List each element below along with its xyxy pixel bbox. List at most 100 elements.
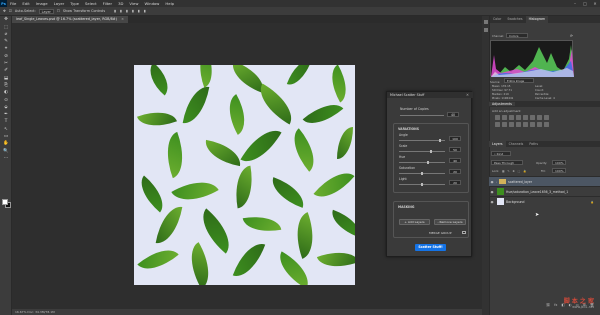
photo-filter-icon[interactable] <box>495 122 500 127</box>
move-tool-icon[interactable]: ✥ <box>3 9 6 13</box>
layer-name[interactable]: scattered_layer <box>508 180 532 184</box>
color-balance-icon[interactable] <box>537 115 542 120</box>
visibility-eye-icon[interactable]: ◉ <box>489 180 495 184</box>
hue-input[interactable]: 40 <box>449 158 461 163</box>
black-white-icon[interactable] <box>544 115 549 120</box>
tab-channels[interactable]: Channels <box>506 141 527 147</box>
remove-layers-button[interactable]: - Remove Layers <box>434 219 466 225</box>
stamp-tool-icon[interactable]: ⬓ <box>2 76 10 82</box>
layer-name[interactable]: Background <box>506 200 524 204</box>
maximize-icon[interactable]: □ <box>580 1 590 6</box>
channel-dropdown[interactable]: Colors <box>506 33 528 38</box>
menu-type[interactable]: Type <box>67 0 82 7</box>
light-input[interactable]: 20 <box>449 180 461 185</box>
tab-swatches[interactable]: Swatches <box>504 16 525 23</box>
shape-tool-icon[interactable]: ▭ <box>2 134 10 140</box>
light-slider-handle[interactable] <box>421 182 423 186</box>
menu-window[interactable]: Window <box>141 0 162 7</box>
hand-tool-icon[interactable]: ✋ <box>2 141 10 147</box>
menu-file[interactable]: File <box>7 0 19 7</box>
hue-slider[interactable] <box>399 162 445 163</box>
tab-paths[interactable]: Paths <box>526 141 541 147</box>
document-tab[interactable]: leaf_Single_Leaves.psd @ 16.7% (scattere… <box>12 16 128 23</box>
hue-saturation-icon[interactable] <box>530 115 535 120</box>
brush-tool-icon[interactable]: ✐ <box>2 68 10 74</box>
history-brush-tool-icon[interactable]: ⎘ <box>2 83 10 89</box>
source-dropdown[interactable]: Entire Image <box>504 78 534 83</box>
link-icon[interactable]: ⛓ <box>546 303 550 309</box>
menu-image[interactable]: Image <box>33 0 51 7</box>
close-window-icon[interactable]: ✕ <box>590 1 600 6</box>
tab-color[interactable]: Color <box>490 16 504 23</box>
align-icons[interactable]: ▮ ▮ ▮ ▮ ▮ ▮ <box>114 9 147 13</box>
levels-icon[interactable] <box>502 115 507 120</box>
layer-row-group[interactable]: ◉ › scattered_layer <box>489 176 600 186</box>
histogram-refresh-icon[interactable]: ⟳ <box>570 34 573 38</box>
scale-slider[interactable] <box>399 151 445 152</box>
crop-tool-icon[interactable]: ⌖ <box>2 46 10 52</box>
fill-input[interactable]: 100% <box>552 168 566 173</box>
angle-input[interactable]: 100 <box>449 136 461 141</box>
copies-input[interactable]: 40 <box>447 112 459 117</box>
healing-tool-icon[interactable]: ✂ <box>2 61 10 67</box>
blend-mode-dropdown[interactable]: Pass Through <box>491 160 523 165</box>
exposure-icon[interactable] <box>516 115 521 120</box>
auto-select-dropdown[interactable]: Layer <box>38 8 54 14</box>
pen-tool-icon[interactable]: ✒ <box>2 112 10 118</box>
minimize-icon[interactable]: – <box>570 1 580 6</box>
adjustments-title[interactable]: Adjustments <box>489 102 515 106</box>
angle-slider-handle[interactable] <box>439 138 441 142</box>
posterize-icon[interactable] <box>523 122 528 127</box>
more-tools-icon[interactable]: ⋯ <box>2 156 10 162</box>
tab-layers[interactable]: Layers <box>489 141 506 147</box>
scale-slider-handle[interactable] <box>430 149 432 153</box>
curves-icon[interactable] <box>509 115 514 120</box>
selective-color-icon[interactable] <box>544 122 549 127</box>
eyedropper-tool-icon[interactable]: ⊘ <box>2 54 10 60</box>
menu-3d[interactable]: 3D <box>115 0 126 7</box>
menu-edit[interactable]: Edit <box>19 0 32 7</box>
menu-select[interactable]: Select <box>82 0 100 7</box>
brightness-icon[interactable] <box>495 115 500 120</box>
opacity-input[interactable]: 100% <box>552 160 566 165</box>
merge-group-checkbox[interactable] <box>462 230 466 234</box>
channel-mixer-icon[interactable] <box>502 122 507 127</box>
layer-name[interactable]: Hue/saturation_Leave1656_3_method_1 <box>506 190 568 194</box>
close-icon[interactable]: ✕ <box>466 92 469 98</box>
dodge-tool-icon[interactable]: ⬙ <box>2 105 10 111</box>
gradient-tool-icon[interactable]: ⊙ <box>2 98 10 104</box>
layer-row-background[interactable]: ◉ Background 🔒 <box>489 196 600 206</box>
lasso-tool-icon[interactable]: ⌀ <box>2 32 10 38</box>
saturation-slider-handle[interactable] <box>421 171 423 175</box>
color-lookup-icon[interactable] <box>509 122 514 127</box>
document-tab-close-icon[interactable]: × <box>121 17 124 21</box>
layer-row[interactable]: ◉ Hue/saturation_Leave1656_3_method_1 <box>489 186 600 196</box>
copies-slider[interactable] <box>400 115 444 116</box>
add-layers-button[interactable]: + Add Layers <box>399 219 430 225</box>
menu-help[interactable]: Help <box>162 0 177 7</box>
zoom-tool-icon[interactable]: 🔍 <box>2 149 10 155</box>
properties-icon[interactable] <box>483 28 488 32</box>
hue-slider-handle[interactable] <box>427 160 429 164</box>
tab-histogram[interactable]: Histogram <box>525 16 549 23</box>
menu-layer[interactable]: Layer <box>51 0 68 7</box>
menu-view[interactable]: View <box>126 0 141 7</box>
vibrance-icon[interactable] <box>523 115 528 120</box>
document-canvas[interactable] <box>134 65 355 285</box>
threshold-icon[interactable] <box>530 122 535 127</box>
path-select-tool-icon[interactable]: ↖ <box>2 127 10 133</box>
show-transform-checkbox[interactable]: ☐ <box>57 9 60 13</box>
quick-select-tool-icon[interactable]: ✎ <box>2 39 10 45</box>
eraser-tool-icon[interactable]: ◐ <box>2 90 10 96</box>
visibility-eye-icon[interactable]: ◉ <box>489 190 495 194</box>
invert-icon[interactable] <box>516 122 521 127</box>
move-tool-icon[interactable]: ✥ <box>2 17 10 23</box>
scatter-stuff-button[interactable]: Scatter Stuff! <box>415 244 446 251</box>
gradient-map-icon[interactable] <box>537 122 542 127</box>
type-tool-icon[interactable]: T <box>2 119 10 125</box>
history-icon[interactable] <box>483 20 488 24</box>
marquee-tool-icon[interactable]: ⬚ <box>2 25 10 31</box>
auto-select-checkbox[interactable]: ☑ <box>9 9 12 13</box>
fx-icon[interactable]: fx <box>554 303 557 309</box>
menu-filter[interactable]: Filter <box>100 0 115 7</box>
